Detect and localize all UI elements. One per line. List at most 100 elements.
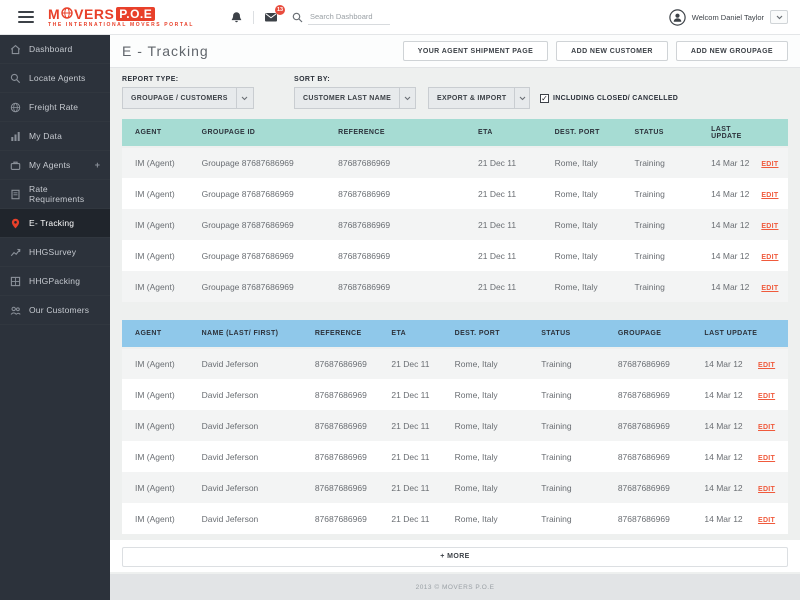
sidebar-item-hhgpacking[interactable]: HHGPacking bbox=[0, 267, 110, 296]
brand-logo: MVERS P.O.E THE INTERNATIONAL MOVERS POR… bbox=[48, 7, 194, 28]
table-cell: Rome, Italy bbox=[442, 441, 529, 472]
table-cell: 21 Dec 11 bbox=[465, 209, 542, 240]
sidebar-item-dashboard[interactable]: Dashboard bbox=[0, 35, 110, 64]
table-cell: 87687686969 bbox=[605, 441, 692, 472]
bar-chart-icon bbox=[10, 131, 21, 142]
table-cell: 21 Dec 11 bbox=[465, 147, 542, 178]
edit-link[interactable]: EDIT bbox=[761, 161, 778, 168]
bell-icon[interactable] bbox=[230, 11, 243, 24]
table-cell: Groupage 87687686969 bbox=[189, 271, 326, 302]
copyright-text: 2013 © MOVERS P.O.E bbox=[416, 584, 495, 591]
package-icon bbox=[10, 276, 21, 287]
search-input[interactable] bbox=[308, 10, 390, 25]
add-new-groupage-button[interactable]: ADD NEW GROUPAGE bbox=[676, 41, 788, 61]
edit-link[interactable]: EDIT bbox=[758, 486, 775, 493]
table-cell: 14 Mar 12 bbox=[698, 209, 761, 240]
hamburger-menu-icon[interactable] bbox=[18, 11, 34, 23]
column-header bbox=[761, 119, 788, 147]
table-cell: Groupage 87687686969 bbox=[189, 178, 326, 209]
column-header bbox=[758, 320, 788, 348]
edit-link[interactable]: EDIT bbox=[758, 393, 775, 400]
table-cell: 21 Dec 11 bbox=[378, 472, 441, 503]
table-cell: IM (Agent) bbox=[122, 472, 189, 503]
user-name: Welcom Daniel Taylor bbox=[692, 13, 764, 22]
sidebar-item-rate-requirements[interactable]: Rate Requirements bbox=[0, 180, 110, 209]
table-cell: 87687686969 bbox=[325, 147, 465, 178]
table-row: IM (Agent)Groupage 876876869698768768696… bbox=[122, 240, 788, 271]
edit-link[interactable]: EDIT bbox=[761, 192, 778, 199]
chevron-down-icon bbox=[399, 88, 415, 108]
sidebar-item-freight-rate[interactable]: Freight Rate bbox=[0, 93, 110, 122]
table-cell: 14 Mar 12 bbox=[698, 271, 761, 302]
table-cell: 14 Mar 12 bbox=[691, 379, 758, 410]
table-cell: 87687686969 bbox=[325, 240, 465, 271]
table-cell: 87687686969 bbox=[605, 379, 692, 410]
table-cell: IM (Agent) bbox=[122, 410, 189, 441]
more-button[interactable]: + MORE bbox=[122, 547, 788, 567]
user-menu-button[interactable] bbox=[770, 10, 788, 24]
table-cell: EDIT bbox=[761, 209, 788, 240]
table-cell: Rome, Italy bbox=[542, 209, 622, 240]
home-icon bbox=[10, 44, 21, 55]
table-cell: 87687686969 bbox=[605, 472, 692, 503]
users-icon bbox=[10, 305, 21, 316]
search-icon bbox=[292, 12, 303, 23]
more-section: + MORE bbox=[110, 540, 800, 572]
report-type-dropdown[interactable]: GROUPAGE / CUSTOMERS bbox=[122, 87, 254, 109]
table-row: IM (Agent)David Jeferson8768768696921 De… bbox=[122, 441, 788, 472]
table-cell: Training bbox=[621, 178, 698, 209]
table-cell: 87687686969 bbox=[302, 503, 379, 534]
table-cell: 14 Mar 12 bbox=[698, 147, 761, 178]
table-cell: Training bbox=[621, 147, 698, 178]
edit-link[interactable]: EDIT bbox=[758, 455, 775, 462]
edit-link[interactable]: EDIT bbox=[761, 285, 778, 292]
table-cell: Training bbox=[621, 209, 698, 240]
column-header: DEST. PORT bbox=[442, 320, 529, 348]
table-cell: Groupage 87687686969 bbox=[189, 147, 326, 178]
your-agent-shipment-page-button[interactable]: YOUR AGENT SHIPMENT PAGE bbox=[403, 41, 548, 61]
sidebar-item-e-tracking[interactable]: E- Tracking bbox=[0, 209, 110, 238]
edit-link[interactable]: EDIT bbox=[761, 223, 778, 230]
sidebar-item-hhgsurvey[interactable]: HHGSurvey bbox=[0, 238, 110, 267]
table-row: IM (Agent)Groupage 876876869698768768696… bbox=[122, 271, 788, 302]
export-import-dropdown[interactable]: EXPORT & IMPORT bbox=[428, 87, 530, 109]
add-new-customer-button[interactable]: ADD NEW CUSTOMER bbox=[556, 41, 668, 61]
table-cell: David Jeferson bbox=[189, 441, 302, 472]
table-cell: Rome, Italy bbox=[442, 410, 529, 441]
edit-link[interactable]: EDIT bbox=[758, 424, 775, 431]
column-header: STATUS bbox=[528, 320, 605, 348]
table-cell: IM (Agent) bbox=[122, 178, 189, 209]
table-row: IM (Agent)Groupage 876876869698768768696… bbox=[122, 178, 788, 209]
table-cell: Groupage 87687686969 bbox=[189, 209, 326, 240]
table-cell: IM (Agent) bbox=[122, 147, 189, 178]
column-header: ETA bbox=[465, 119, 542, 147]
table-cell: David Jeferson bbox=[189, 410, 302, 441]
sidebar-item-my-agents[interactable]: My Agents + bbox=[0, 151, 110, 180]
table-cell: David Jeferson bbox=[189, 348, 302, 379]
column-header: GROUPAGE bbox=[605, 320, 692, 348]
edit-link[interactable]: EDIT bbox=[758, 362, 775, 369]
table-cell: 87687686969 bbox=[325, 209, 465, 240]
column-header: LAST UPDATE bbox=[698, 119, 761, 147]
messages-icon[interactable]: 13 bbox=[264, 11, 278, 23]
table-cell: 21 Dec 11 bbox=[465, 271, 542, 302]
sidebar-item-our-customers[interactable]: Our Customers bbox=[0, 296, 110, 325]
table-cell: 14 Mar 12 bbox=[691, 410, 758, 441]
main-content: E - Tracking YOUR AGENT SHIPMENT PAGE AD… bbox=[110, 35, 800, 600]
including-closed-checkbox[interactable]: ✓ INCLUDING CLOSED/ CANCELLED bbox=[540, 94, 678, 103]
sidebar-item-my-data[interactable]: My Data bbox=[0, 122, 110, 151]
sort-by-dropdown[interactable]: CUSTOMER LAST NAME bbox=[294, 87, 416, 109]
table-cell: Rome, Italy bbox=[442, 379, 529, 410]
table-cell: IM (Agent) bbox=[122, 271, 189, 302]
sidebar-item-locate-agents[interactable]: Locate Agents bbox=[0, 64, 110, 93]
edit-link[interactable]: EDIT bbox=[761, 254, 778, 261]
table-cell: 21 Dec 11 bbox=[378, 410, 441, 441]
table-cell: Rome, Italy bbox=[542, 271, 622, 302]
notification-badge: 13 bbox=[275, 5, 285, 15]
expand-plus-icon[interactable]: + bbox=[95, 160, 100, 170]
sidebar-nav: Dashboard Locate Agents Freight Rate My … bbox=[0, 35, 110, 600]
edit-link[interactable]: EDIT bbox=[758, 517, 775, 524]
report-type-label: REPORT TYPE: bbox=[122, 76, 254, 83]
avatar-icon[interactable] bbox=[669, 9, 686, 26]
column-header: ETA bbox=[378, 320, 441, 348]
